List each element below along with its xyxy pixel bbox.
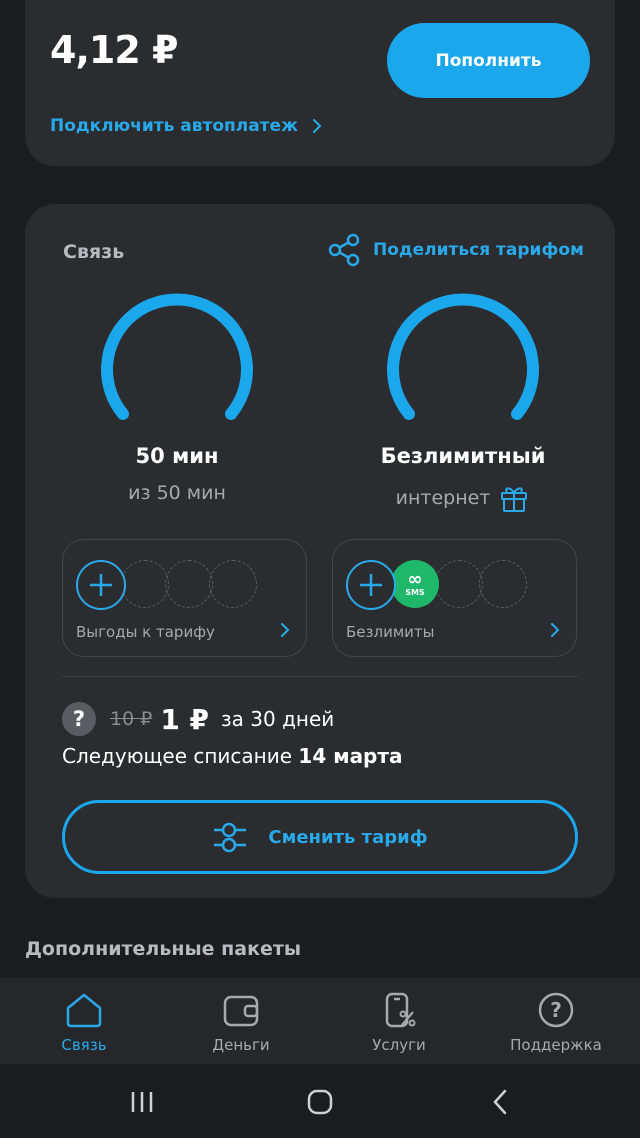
extra-packages-title: Дополнительные пакеты <box>25 938 302 960</box>
share-tariff-link[interactable]: Поделиться тарифом <box>327 233 584 267</box>
tab-label: Поддержка <box>510 1036 602 1054</box>
price-period: за 30 дней <box>221 707 335 731</box>
infinity-icon: ∞ <box>407 568 423 590</box>
price-row: ? 10 ₽ 1 ₽ за 30 дней <box>62 699 334 739</box>
change-tariff-label: Сменить тариф <box>268 826 428 848</box>
sms-badge-text: SMS <box>405 587 425 597</box>
autopay-label: Подключить автоплатеж <box>50 116 298 136</box>
balance-amount: 4,12 ₽ <box>50 28 178 72</box>
empty-slot-icon <box>121 560 169 608</box>
svg-text:?: ? <box>550 998 562 1022</box>
tab-svyaz[interactable]: Связь <box>14 992 154 1054</box>
sliders-icon <box>214 822 247 853</box>
empty-slot-icon <box>435 560 483 608</box>
empty-slot-icon <box>209 560 257 608</box>
chevron-right-icon <box>281 623 290 637</box>
minutes-sub-text: из 50 мин <box>128 482 226 504</box>
topup-button[interactable]: Пополнить <box>387 23 590 98</box>
perks-box[interactable]: Выгоды к тарифу <box>62 539 307 657</box>
recent-apps-icon[interactable] <box>122 1088 162 1116</box>
unlimited-label: Безлимиты <box>346 623 435 641</box>
balance-card: 4,12 ₽ Пополнить Подключить автоплатеж <box>25 0 615 166</box>
empty-slot-icon <box>165 560 213 608</box>
internet-value: Безлимитный <box>380 444 546 468</box>
chevron-right-icon <box>551 623 560 637</box>
next-charge-prefix: Следующее списание <box>62 744 299 768</box>
autopay-link[interactable]: Подключить автоплатеж <box>50 116 322 136</box>
unlimited-icons: ∞ SMS <box>346 560 546 610</box>
internet-sub: интернет <box>343 482 583 514</box>
old-price: 10 ₽ <box>110 708 153 730</box>
add-unlimited-icon <box>346 560 396 610</box>
next-charge: Следующее списание 14 марта <box>62 744 402 768</box>
tab-services[interactable]: Услуги <box>329 992 469 1054</box>
tab-label: Услуги <box>372 1036 426 1054</box>
services-icon <box>385 992 416 1028</box>
home-nav-icon[interactable] <box>300 1088 340 1116</box>
perks-label: Выгоды к тарифу <box>76 623 215 641</box>
new-price: 1 ₽ <box>160 702 210 736</box>
change-tariff-button[interactable]: Сменить тариф <box>62 800 578 874</box>
tab-label: Связь <box>61 1036 107 1054</box>
unlimited-box[interactable]: ∞ SMS Безлимиты <box>332 539 577 657</box>
gift-icon[interactable] <box>498 482 530 514</box>
price-help-icon[interactable]: ? <box>62 702 96 736</box>
minutes-sub: из 50 мин <box>57 482 297 504</box>
perks-icons <box>76 560 276 610</box>
tariff-card: Связь Поделиться тарифом 50 мин из 50 ми… <box>25 204 615 898</box>
sms-unlimited-badge: ∞ SMS <box>391 560 439 608</box>
system-nav-bar <box>0 1064 640 1138</box>
help-icon: ? <box>538 992 574 1028</box>
next-charge-date: 14 марта <box>298 744 403 768</box>
tab-support[interactable]: ? Поддержка <box>486 992 626 1054</box>
minutes-gauge <box>101 293 253 420</box>
internet-sub-text: интернет <box>395 487 491 509</box>
tariff-section-title: Связь <box>63 241 125 263</box>
tab-label: Деньги <box>212 1036 270 1054</box>
add-perk-icon <box>76 560 126 610</box>
divider <box>62 676 578 677</box>
home-icon <box>66 993 102 1028</box>
tab-money[interactable]: Деньги <box>171 992 311 1054</box>
wallet-icon <box>223 995 259 1027</box>
bottom-tab-bar: Связь Деньги Услуги ? Поддержка <box>0 978 640 1064</box>
empty-slot-icon <box>479 560 527 608</box>
back-nav-icon[interactable] <box>480 1088 520 1116</box>
share-icon <box>328 233 360 267</box>
minutes-value: 50 мин <box>135 444 219 468</box>
chevron-right-icon <box>313 119 322 133</box>
internet-gauge <box>387 293 539 420</box>
share-label: Поделиться тарифом <box>373 240 584 260</box>
